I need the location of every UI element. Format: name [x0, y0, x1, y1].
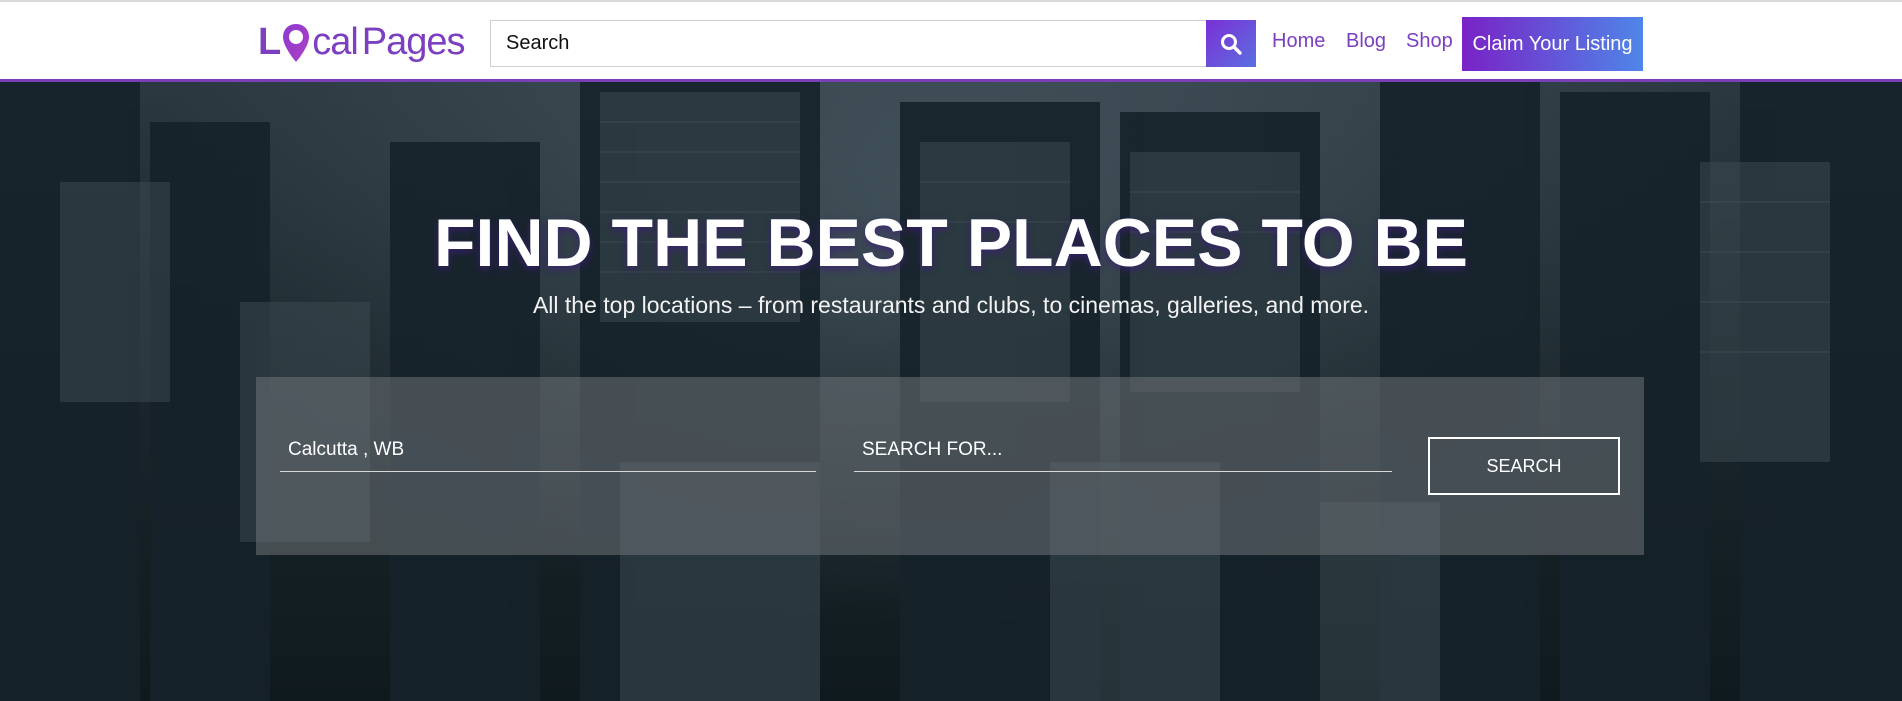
- nav-home[interactable]: Home: [1272, 30, 1325, 53]
- hero-section: FIND THE BEST PLACES TO BE All the top l…: [0, 82, 1902, 701]
- location-input[interactable]: Calcutta , WB: [280, 432, 816, 472]
- claim-listing-button[interactable]: Claim Your Listing: [1462, 17, 1643, 71]
- header-search-button[interactable]: [1206, 20, 1256, 67]
- logo-text-cal: cal: [312, 20, 359, 63]
- hero-search-button[interactable]: SEARCH: [1428, 437, 1620, 495]
- nav-blog[interactable]: Blog: [1346, 30, 1386, 53]
- search-panel: Calcutta , WB SEARCH FOR... SEARCH: [256, 377, 1644, 555]
- logo-text-pages: Pages: [361, 20, 466, 63]
- hero-subtitle: All the top locations – from restaurants…: [532, 292, 1370, 318]
- map-pin-icon: [281, 22, 311, 62]
- search-icon: [1221, 33, 1242, 55]
- site-header: L cal Pages Search Home Blog Shop Claim …: [0, 0, 1902, 82]
- search-for-input[interactable]: SEARCH FOR...: [854, 432, 1392, 472]
- header-search-input[interactable]: Search: [490, 20, 1206, 67]
- logo-letter-l: L: [258, 20, 281, 63]
- hero-title: FIND THE BEST PLACES TO BE: [434, 205, 1468, 281]
- site-logo[interactable]: L cal Pages: [258, 16, 466, 68]
- header-search: Search: [490, 20, 1256, 67]
- nav-shop[interactable]: Shop: [1406, 30, 1453, 53]
